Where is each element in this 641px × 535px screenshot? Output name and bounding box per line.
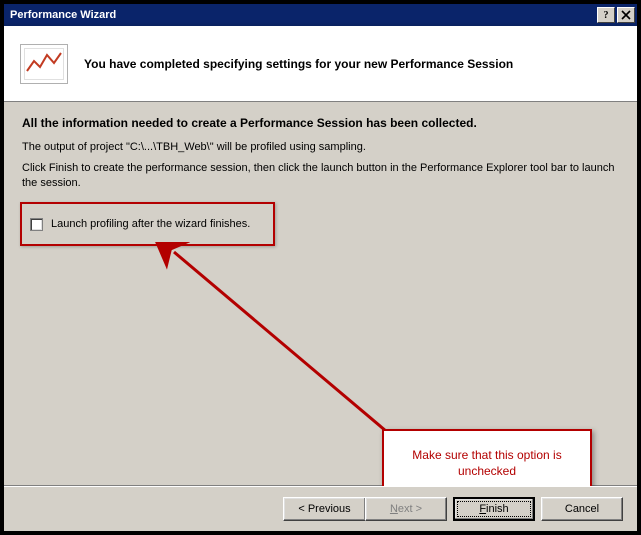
output-project-line: The output of project "C:\...\TBH_Web\" …	[22, 140, 619, 155]
annotation-callout-text: Make sure that this option is unchecked	[412, 448, 561, 478]
instruction-line: Click Finish to create the performance s…	[22, 161, 619, 191]
summary-heading: All the information needed to create a P…	[22, 116, 619, 130]
finish-button[interactable]: Finish	[453, 497, 535, 521]
svg-text:?: ?	[604, 10, 609, 20]
cancel-button-label: Cancel	[565, 503, 599, 515]
annotation-arrow	[154, 242, 414, 452]
wizard-button-bar: < Previous Next > Finish Cancel	[4, 486, 637, 531]
finish-button-label: Finish	[479, 503, 508, 515]
previous-button[interactable]: < Previous	[283, 497, 365, 521]
launch-profiling-label: Launch profiling after the wizard finish…	[51, 218, 250, 230]
close-button[interactable]	[617, 7, 635, 23]
performance-chart-icon	[20, 44, 68, 84]
annotation-highlight-box: Launch profiling after the wizard finish…	[20, 202, 275, 246]
cancel-button[interactable]: Cancel	[541, 497, 623, 521]
window-title: Performance Wizard	[10, 9, 595, 21]
annotation-callout: Make sure that this option is unchecked	[382, 429, 592, 486]
previous-button-label: < Previous	[298, 503, 350, 515]
wizard-heading: You have completed specifying settings f…	[84, 57, 513, 71]
launch-profiling-checkbox[interactable]	[30, 218, 43, 231]
titlebar: Performance Wizard ?	[4, 4, 637, 26]
wizard-body: All the information needed to create a P…	[4, 102, 637, 486]
next-button-label: Next >	[390, 503, 422, 515]
help-button[interactable]: ?	[597, 7, 615, 23]
prev-next-group: < Previous Next >	[283, 497, 447, 521]
next-button: Next >	[365, 497, 447, 521]
performance-wizard-dialog: Performance Wizard ? You have completed …	[0, 0, 641, 535]
wizard-header: You have completed specifying settings f…	[4, 26, 637, 102]
